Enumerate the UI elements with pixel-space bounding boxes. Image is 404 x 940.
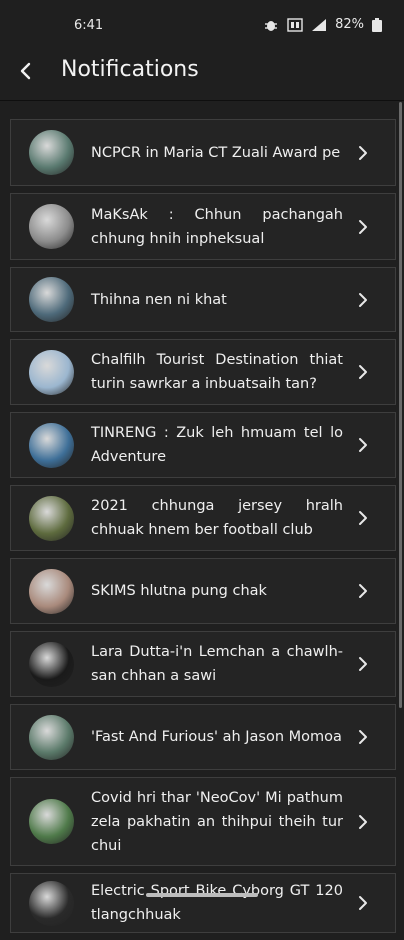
notification-item[interactable]: Thihna nen ni khat	[10, 267, 396, 332]
avatar	[29, 204, 74, 249]
bug-icon	[263, 18, 279, 32]
notification-text: Covid hri thar 'NeoCov' Mi pathum zela p…	[91, 790, 343, 854]
chevron-right-icon	[359, 293, 367, 307]
notification-item[interactable]: Electric Sport Bike Cyborg GT 120 tlangc…	[10, 873, 396, 933]
battery-percent: 82%	[335, 17, 364, 32]
notification-text: NCPCR in Maria CT Zuali Award pe	[91, 145, 341, 161]
notification-text: SKIMS hlutna pung chak	[91, 583, 267, 599]
notification-item[interactable]: Lara Dutta-i'n Lemchan a chawlh-san chha…	[10, 631, 396, 697]
avatar	[29, 799, 74, 844]
chevron-right-icon	[359, 365, 367, 379]
status-bar: 6:41 82%	[0, 0, 404, 50]
notification-text: 2021 chhunga jersey hralh chhuak hnem be…	[91, 498, 343, 538]
notification-list: NCPCR in Maria CT Zuali Award pe MaKsAk :…	[10, 119, 396, 940]
avatar	[29, 642, 74, 687]
home-indicator[interactable]	[146, 893, 258, 897]
chevron-right-icon	[359, 220, 367, 234]
notification-text: Electric Sport Bike Cyborg GT 120 tlangc…	[91, 883, 343, 923]
notification-text: TINRENG : Zuk leh hmuam tel lo Adventure	[91, 425, 343, 465]
avatar	[29, 350, 74, 395]
notification-item[interactable]: Covid hri thar 'NeoCov' Mi pathum zela p…	[10, 777, 396, 866]
avatar	[29, 881, 74, 926]
chevron-right-icon	[359, 146, 367, 160]
status-icons: 82%	[263, 17, 388, 32]
avatar	[29, 277, 74, 322]
chevron-right-icon	[359, 815, 367, 829]
chevron-left-icon	[20, 62, 31, 80]
chevron-right-icon	[359, 584, 367, 598]
header: Notifications	[0, 44, 404, 100]
avatar	[29, 130, 74, 175]
avatar	[29, 569, 74, 614]
chevron-right-icon	[359, 730, 367, 744]
notification-item[interactable]: NCPCR in Maria CT Zuali Award pe	[10, 119, 396, 186]
status-time: 6:41	[74, 18, 104, 33]
header-divider	[0, 100, 404, 101]
page-title: Notifications	[61, 57, 199, 82]
notification-item[interactable]: 2021 chhunga jersey hralh chhuak hnem be…	[10, 485, 396, 551]
notification-item[interactable]: TINRENG : Zuk leh hmuam tel lo Adventure	[10, 412, 396, 478]
notification-text: Chalfilh Tourist Destination thiat turin…	[91, 352, 343, 392]
notification-text: 'Fast And Furious' ah Jason Momoa	[91, 729, 342, 745]
chevron-right-icon	[359, 511, 367, 525]
avatar	[29, 715, 74, 760]
battery-icon	[372, 17, 388, 32]
notification-text: Lara Dutta-i'n Lemchan a chawlh-san chha…	[91, 644, 343, 684]
avatar	[29, 496, 74, 541]
avatar	[29, 423, 74, 468]
notification-item[interactable]: SKIMS hlutna pung chak	[10, 558, 396, 624]
chevron-right-icon	[359, 438, 367, 452]
notification-item[interactable]: 'Fast And Furious' ah Jason Momoa	[10, 704, 396, 770]
notification-item[interactable]: MaKsAk : Chhun pachangah chhung hnih inp…	[10, 193, 396, 260]
chevron-right-icon	[359, 896, 367, 910]
volte-icon	[287, 17, 303, 32]
scrollbar[interactable]	[399, 102, 402, 708]
back-button[interactable]	[12, 56, 40, 86]
chevron-right-icon	[359, 657, 367, 671]
notification-text: Thihna nen ni khat	[91, 292, 227, 308]
notification-text: MaKsAk : Chhun pachangah chhung hnih inp…	[91, 207, 343, 247]
notification-item[interactable]: Chalfilh Tourist Destination thiat turin…	[10, 339, 396, 405]
signal-icon	[311, 18, 327, 32]
